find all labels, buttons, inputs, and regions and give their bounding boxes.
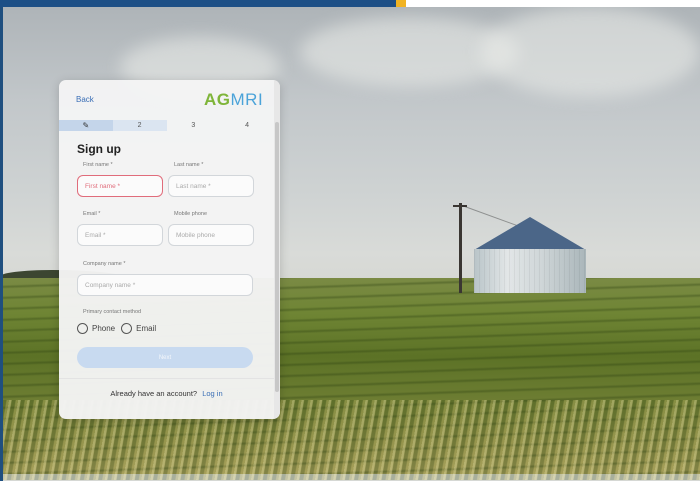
contact-method-group: Phone Email <box>77 323 162 334</box>
utility-pole <box>459 203 462 293</box>
last-name-label: Last name * <box>174 162 204 168</box>
scrollbar-thumb[interactable] <box>275 122 279 392</box>
email-radio[interactable] <box>121 323 133 334</box>
first-name-label: First name * <box>83 162 113 168</box>
login-prompt-text: Already have an account? <box>110 389 198 398</box>
last-name-input[interactable] <box>168 175 254 197</box>
company-name-input[interactable] <box>77 274 253 296</box>
email-input[interactable] <box>77 224 163 246</box>
divider <box>59 378 274 379</box>
top-accent-gold <box>396 0 406 7</box>
step-indicator: ✎ 2 3 4 <box>59 120 274 131</box>
top-accent-bar <box>0 0 396 7</box>
pencil-icon: ✎ <box>82 121 90 130</box>
login-prompt: Already have an account? Log in <box>59 389 274 398</box>
signup-card: Back AGMRI ✎ 2 3 4 Sign up First name * … <box>59 80 280 419</box>
contact-method-label: Primary contact method <box>83 309 142 315</box>
back-link[interactable]: Back <box>76 95 94 104</box>
mobile-phone-input[interactable] <box>168 224 254 246</box>
email-label: Email * <box>83 211 101 217</box>
step-1: ✎ <box>59 120 113 131</box>
phone-radio[interactable] <box>77 323 88 334</box>
step-3: 3 <box>191 122 196 129</box>
mobile-phone-label: Mobile phone <box>174 211 208 217</box>
page-title: Sign up <box>77 142 121 156</box>
step-2: 2 <box>112 120 167 131</box>
top-accent-white <box>406 0 700 7</box>
silo-roof <box>474 217 586 250</box>
phone-radio-label[interactable]: Phone <box>92 324 115 333</box>
step-4: 4 <box>245 122 250 129</box>
login-link[interactable]: Log in <box>202 389 222 398</box>
agmri-logo: AGMRI <box>204 90 264 109</box>
email-radio-label[interactable]: Email <box>136 324 156 333</box>
next-button[interactable]: Next <box>77 347 253 368</box>
first-name-input[interactable] <box>77 175 163 197</box>
company-name-label: Company name * <box>83 261 126 267</box>
